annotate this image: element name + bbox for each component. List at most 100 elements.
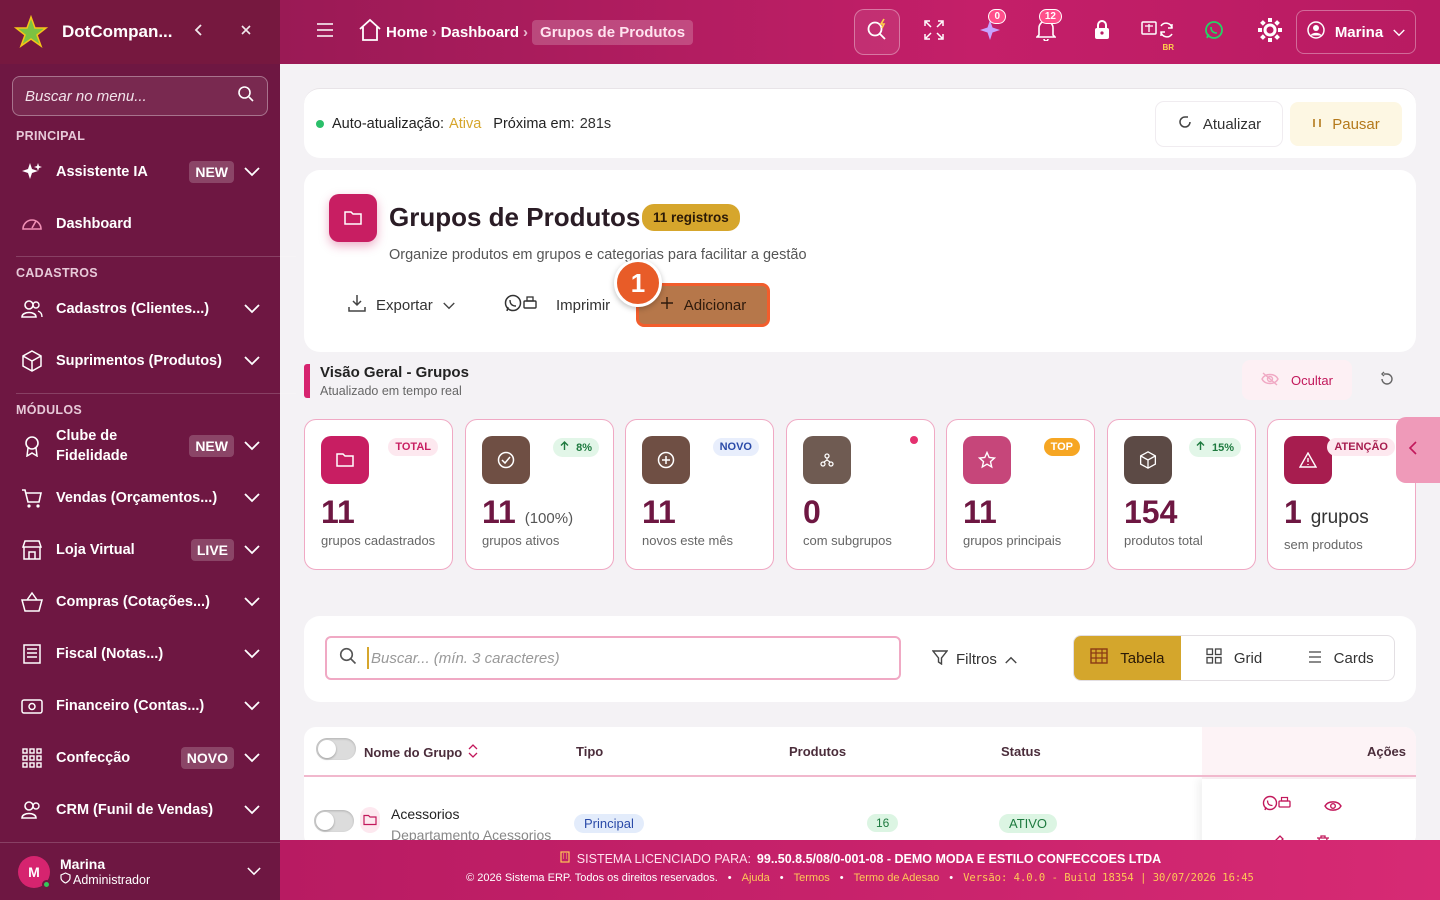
- ai-assistant-button[interactable]: 0: [962, 0, 1018, 64]
- home-icon[interactable]: [358, 18, 382, 46]
- sidebar-item-confeccao[interactable]: Confecção NOVO: [0, 732, 280, 784]
- gear-icon: [1257, 17, 1283, 48]
- status-dot: [316, 120, 324, 128]
- sidebar-item-dashboard[interactable]: Dashboard: [0, 198, 280, 250]
- settings-button[interactable]: [1242, 0, 1298, 64]
- refresh-button[interactable]: Atualizar: [1156, 102, 1282, 146]
- sidebar-item-clube-fidelidade[interactable]: Clube de Fidelidade NEW: [0, 420, 280, 472]
- collapse-sidebar-icon[interactable]: [192, 23, 206, 42]
- stat-value-unit: grupos: [1310, 507, 1369, 528]
- ai-badge: 0: [988, 9, 1006, 24]
- bullet: •: [727, 872, 732, 884]
- license-label: SISTEMA LICENCIADO PARA:: [576, 851, 751, 866]
- terms-link[interactable]: Termos: [794, 872, 830, 884]
- whatsapp-share-icon[interactable]: [1262, 795, 1292, 818]
- sidebar-item-cadastros[interactable]: Cadastros (Clientes...): [0, 283, 280, 335]
- search-input[interactable]: Buscar... (mín. 3 caracteres): [325, 636, 901, 680]
- print-button-label: Imprimir: [556, 296, 611, 314]
- sidebar-item-compras[interactable]: Compras (Cotações...): [0, 576, 280, 628]
- menu-search-input[interactable]: Buscar no menu...: [12, 76, 268, 116]
- notifications-button[interactable]: 12: [1018, 0, 1074, 64]
- adhesion-terms-link[interactable]: Termo de Adesao: [854, 872, 940, 884]
- chevron-down-icon: [1393, 24, 1405, 41]
- sidebar-item-label: Financeiro (Contas...): [56, 698, 205, 714]
- language-button[interactable]: BR: [1130, 0, 1186, 64]
- refresh-icon: [1177, 114, 1193, 134]
- stat-tag: NOVO: [712, 438, 759, 456]
- sidebar-item-crm[interactable]: CRM (Funil de Vendas): [0, 784, 280, 836]
- table-icon: [1090, 648, 1108, 668]
- page-header-card: Grupos de Produtos 11 registros Organize…: [304, 170, 1416, 352]
- breadcrumb: Home › Dashboard › Grupos de Produtos: [358, 18, 694, 46]
- stat-tag: ATENÇÃO: [1327, 438, 1395, 456]
- footer: SISTEMA LICENCIADO PARA: 99..50.8.5/08/0…: [280, 840, 1440, 900]
- plus-circle-icon: [642, 436, 690, 484]
- user-menu-button[interactable]: Marina: [1296, 10, 1416, 54]
- sidebar-item-loja-virtual[interactable]: Loja Virtual LIVE: [0, 524, 280, 576]
- sidebar-item-label: Dashboard: [56, 216, 132, 232]
- bullet: •: [949, 872, 954, 884]
- fullscreen-button[interactable]: [906, 0, 962, 64]
- auto-refresh-state: Ativa: [449, 116, 482, 132]
- hamburger-menu-icon[interactable]: [316, 22, 336, 42]
- view-cards-button[interactable]: Cards: [1287, 636, 1394, 680]
- type-badge: Principal: [574, 814, 644, 833]
- groups-table: Nome do Grupo Tipo Produtos Status Ações…: [304, 727, 1416, 847]
- export-button-label: Exportar: [376, 296, 433, 314]
- whatsapp-print-icon: [504, 294, 538, 316]
- overview-header: Visão Geral - Grupos Atualizado em tempo…: [304, 364, 469, 398]
- sidebar-item-vendas[interactable]: Vendas (Orçamentos...): [0, 472, 280, 524]
- export-button[interactable]: Exportar: [348, 294, 455, 316]
- reload-overview-button[interactable]: [1372, 370, 1402, 392]
- stat-trend-value: 8%: [576, 442, 592, 454]
- sidebar-item-fiscal[interactable]: Fiscal (Notas...): [0, 628, 280, 680]
- record-count-badge: 11 registros: [642, 204, 740, 231]
- chevron-down-icon: [244, 490, 260, 506]
- bullet: •: [839, 872, 844, 884]
- global-search-button[interactable]: [854, 9, 900, 55]
- chevron-down-icon: [244, 353, 260, 369]
- users-icon: [20, 297, 44, 321]
- breadcrumb-separator: ›: [523, 23, 529, 41]
- sidebar-item-financeiro[interactable]: Financeiro (Contas...): [0, 680, 280, 732]
- stat-tag: TOTAL: [388, 438, 438, 456]
- view-grid-button[interactable]: Grid: [1181, 636, 1288, 680]
- breadcrumb-home[interactable]: Home: [386, 24, 428, 41]
- bullet: •: [779, 872, 784, 884]
- stat-value: 11: [321, 494, 355, 531]
- sidebar-item-assistente-ia[interactable]: Assistente IA NEW: [0, 146, 280, 198]
- sidebar-item-label: Suprimentos (Produtos): [56, 353, 222, 369]
- products-count-badge: 16: [867, 814, 899, 832]
- whatsapp-button[interactable]: [1186, 0, 1242, 64]
- search-toolbar: Buscar... (mín. 3 caracteres) Filtros Ta…: [304, 616, 1416, 702]
- eye-icon[interactable]: [1324, 799, 1342, 817]
- text-caret: [367, 647, 369, 669]
- close-icon[interactable]: [240, 23, 252, 41]
- hide-overview-button[interactable]: Ocultar: [1242, 360, 1352, 400]
- chevron-down-icon: [442, 297, 455, 314]
- stat-value: 11: [963, 494, 997, 531]
- stat-value-number: 11: [321, 494, 355, 530]
- column-header-name[interactable]: Nome do Grupo: [364, 744, 478, 761]
- lock-button[interactable]: [1074, 0, 1130, 64]
- select-all-toggle[interactable]: [316, 738, 356, 760]
- sidebar-user[interactable]: M Marina Administrador: [0, 842, 280, 900]
- chevron-down-icon: [244, 542, 260, 558]
- breadcrumb-dashboard[interactable]: Dashboard: [441, 24, 519, 41]
- sidebar-item-suprimentos[interactable]: Suprimentos (Produtos): [0, 335, 280, 387]
- chevron-up-icon: [1005, 651, 1017, 668]
- row-toggle[interactable]: [314, 810, 354, 832]
- users-icon: [20, 798, 44, 822]
- user-menu-name: Marina: [1334, 23, 1384, 41]
- help-link[interactable]: Ajuda: [742, 872, 770, 884]
- view-table-button[interactable]: Tabela: [1074, 636, 1181, 680]
- print-button[interactable]: Imprimir: [504, 294, 610, 316]
- chevron-down-icon: [244, 750, 260, 766]
- scroll-left-tab[interactable]: [1396, 417, 1440, 483]
- filters-button[interactable]: Filtros: [931, 649, 1017, 669]
- pause-button[interactable]: Pausar: [1290, 102, 1402, 146]
- table-header: Nome do Grupo Tipo Produtos Status Ações: [304, 727, 1416, 777]
- stat-value: 11 (100%): [482, 494, 573, 531]
- sidebar: DotCompan... Buscar no menu... PRINCIPAL…: [0, 0, 296, 900]
- column-header-type: Tipo: [576, 744, 604, 759]
